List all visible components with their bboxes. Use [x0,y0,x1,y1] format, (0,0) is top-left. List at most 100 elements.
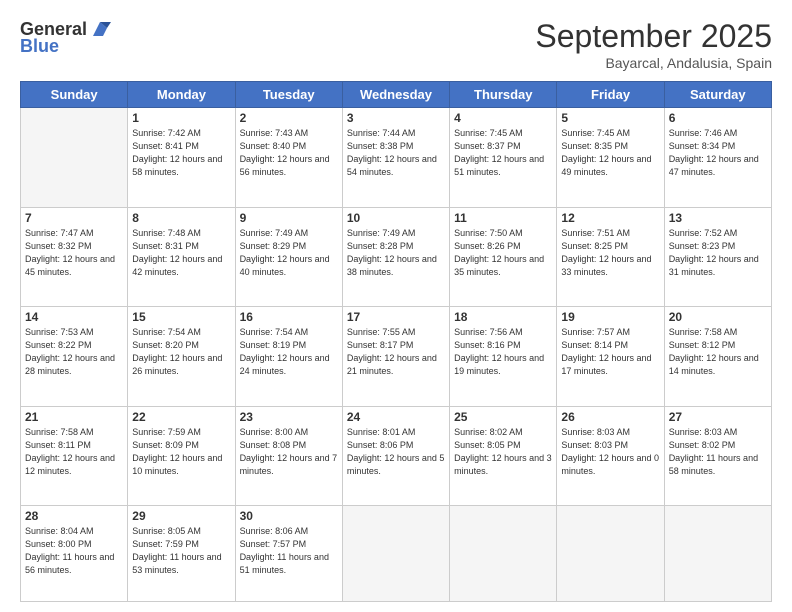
table-cell: 8 Sunrise: 7:48 AM Sunset: 8:31 PM Daylig… [128,207,235,307]
day-info: Sunrise: 7:51 AM Sunset: 8:25 PM Dayligh… [561,227,659,279]
day-info: Sunrise: 7:56 AM Sunset: 8:16 PM Dayligh… [454,326,552,378]
day-number: 1 [132,111,230,125]
day-info: Sunrise: 8:00 AM Sunset: 8:08 PM Dayligh… [240,426,338,478]
day-info: Sunrise: 8:04 AM Sunset: 8:00 PM Dayligh… [25,525,123,577]
table-cell: 15Sunrise: 7:54 AM Sunset: 8:20 PM Dayli… [128,307,235,407]
day-info: Sunrise: 8:03 AM Sunset: 8:02 PM Dayligh… [669,426,767,478]
table-cell: 22 Sunrise: 7:59 AM Sunset: 8:09 PM Dayli… [128,406,235,506]
day-number: 17 [347,310,445,324]
day-number: 11 [454,211,552,225]
table-cell: 5 Sunrise: 7:45 AM Sunset: 8:35 PM Daylig… [557,108,664,208]
day-number: 29 [132,509,230,523]
table-cell: 4 Sunrise: 7:45 AM Sunset: 8:37 PM Daylig… [450,108,557,208]
table-cell: 24 Sunrise: 8:01 AM Sunset: 8:06 PM Dayli… [342,406,449,506]
day-number: 30 [240,509,338,523]
header: General Blue September 2025 Bayarcal, An… [20,18,772,71]
day-number: 2 [240,111,338,125]
day-number: 22 [132,410,230,424]
day-number: 18 [454,310,552,324]
table-cell: 7 Sunrise: 7:47 AM Sunset: 8:32 PM Daylig… [21,207,128,307]
day-info: Sunrise: 7:42 AM Sunset: 8:41 PM Dayligh… [132,127,230,179]
day-number: 10 [347,211,445,225]
table-cell: 26 Sunrise: 8:03 AM Sunset: 8:03 PM Dayli… [557,406,664,506]
table-cell: 27 Sunrise: 8:03 AM Sunset: 8:02 PM Dayli… [664,406,771,506]
table-cell: 18 Sunrise: 7:56 AM Sunset: 8:16 PM Dayli… [450,307,557,407]
day-info: Sunrise: 7:50 AM Sunset: 8:26 PM Dayligh… [454,227,552,279]
day-info: Sunrise: 8:03 AM Sunset: 8:03 PM Dayligh… [561,426,659,478]
table-cell: 12 Sunrise: 7:51 AM Sunset: 8:25 PM Dayli… [557,207,664,307]
day-number: 8 [132,211,230,225]
table-cell: 9 Sunrise: 7:49 AM Sunset: 8:29 PM Daylig… [235,207,342,307]
day-info: Sunrise: 8:01 AM Sunset: 8:06 PM Dayligh… [347,426,445,478]
month-title: September 2025 [535,18,772,55]
day-number: 28 [25,509,123,523]
day-info: Sunrise: 7:49 AM Sunset: 8:29 PM Dayligh… [240,227,338,279]
title-block: September 2025 Bayarcal, Andalusia, Spai… [535,18,772,71]
table-cell [450,506,557,602]
day-number: 4 [454,111,552,125]
day-info: Sunrise: 7:52 AM Sunset: 8:23 PM Dayligh… [669,227,767,279]
day-number: 6 [669,111,767,125]
day-info: Sunrise: 7:47 AM Sunset: 8:32 PM Dayligh… [25,227,123,279]
day-info: Sunrise: 7:43 AM Sunset: 8:40 PM Dayligh… [240,127,338,179]
day-number: 26 [561,410,659,424]
day-number: 23 [240,410,338,424]
table-cell: 3Sunrise: 7:44 AM Sunset: 8:38 PM Daylig… [342,108,449,208]
day-number: 12 [561,211,659,225]
day-number: 13 [669,211,767,225]
day-info: Sunrise: 7:57 AM Sunset: 8:14 PM Dayligh… [561,326,659,378]
col-friday: Friday [557,82,664,108]
day-number: 19 [561,310,659,324]
table-cell [557,506,664,602]
table-cell: 1 Sunrise: 7:42 AM Sunset: 8:41 PM Daylig… [128,108,235,208]
table-cell: 23 Sunrise: 8:00 AM Sunset: 8:08 PM Dayli… [235,406,342,506]
table-cell: 10 Sunrise: 7:49 AM Sunset: 8:28 PM Dayli… [342,207,449,307]
table-cell: 28 Sunrise: 8:04 AM Sunset: 8:00 PM Dayli… [21,506,128,602]
day-info: Sunrise: 8:06 AM Sunset: 7:57 PM Dayligh… [240,525,338,577]
day-info: Sunrise: 7:48 AM Sunset: 8:31 PM Dayligh… [132,227,230,279]
day-info: Sunrise: 8:02 AM Sunset: 8:05 PM Dayligh… [454,426,552,478]
table-cell [664,506,771,602]
day-number: 7 [25,211,123,225]
day-info: Sunrise: 7:45 AM Sunset: 8:35 PM Dayligh… [561,127,659,179]
table-cell: 14 Sunrise: 7:53 AM Sunset: 8:22 PM Dayli… [21,307,128,407]
day-info: Sunrise: 7:46 AM Sunset: 8:34 PM Dayligh… [669,127,767,179]
table-cell: 2 Sunrise: 7:43 AM Sunset: 8:40 PM Daylig… [235,108,342,208]
logo-icon [89,18,111,40]
day-number: 24 [347,410,445,424]
day-number: 9 [240,211,338,225]
day-number: 20 [669,310,767,324]
logo-blue-text: Blue [20,36,59,57]
table-cell: 20 Sunrise: 7:58 AM Sunset: 8:12 PM Dayli… [664,307,771,407]
table-cell: 30 Sunrise: 8:06 AM Sunset: 7:57 PM Dayli… [235,506,342,602]
location: Bayarcal, Andalusia, Spain [535,55,772,71]
col-saturday: Saturday [664,82,771,108]
day-info: Sunrise: 7:45 AM Sunset: 8:37 PM Dayligh… [454,127,552,179]
calendar-header-row: Sunday Monday Tuesday Wednesday Thursday… [21,82,772,108]
day-number: 3 [347,111,445,125]
table-cell [342,506,449,602]
page: General Blue September 2025 Bayarcal, An… [0,0,792,612]
col-thursday: Thursday [450,82,557,108]
col-tuesday: Tuesday [235,82,342,108]
day-number: 21 [25,410,123,424]
day-info: Sunrise: 7:59 AM Sunset: 8:09 PM Dayligh… [132,426,230,478]
day-number: 27 [669,410,767,424]
table-cell [21,108,128,208]
day-info: Sunrise: 8:05 AM Sunset: 7:59 PM Dayligh… [132,525,230,577]
day-number: 14 [25,310,123,324]
table-cell: 16 Sunrise: 7:54 AM Sunset: 8:19 PM Dayli… [235,307,342,407]
day-info: Sunrise: 7:54 AM Sunset: 8:20 PM Dayligh… [132,326,230,378]
table-cell: 25Sunrise: 8:02 AM Sunset: 8:05 PM Dayli… [450,406,557,506]
col-monday: Monday [128,82,235,108]
table-cell: 19 Sunrise: 7:57 AM Sunset: 8:14 PM Dayli… [557,307,664,407]
day-number: 5 [561,111,659,125]
day-number: 16 [240,310,338,324]
day-info: Sunrise: 7:53 AM Sunset: 8:22 PM Dayligh… [25,326,123,378]
calendar-table: Sunday Monday Tuesday Wednesday Thursday… [20,81,772,602]
col-sunday: Sunday [21,82,128,108]
table-cell: 11 Sunrise: 7:50 AM Sunset: 8:26 PM Dayli… [450,207,557,307]
day-info: Sunrise: 7:49 AM Sunset: 8:28 PM Dayligh… [347,227,445,279]
day-info: Sunrise: 7:58 AM Sunset: 8:12 PM Dayligh… [669,326,767,378]
day-info: Sunrise: 7:54 AM Sunset: 8:19 PM Dayligh… [240,326,338,378]
